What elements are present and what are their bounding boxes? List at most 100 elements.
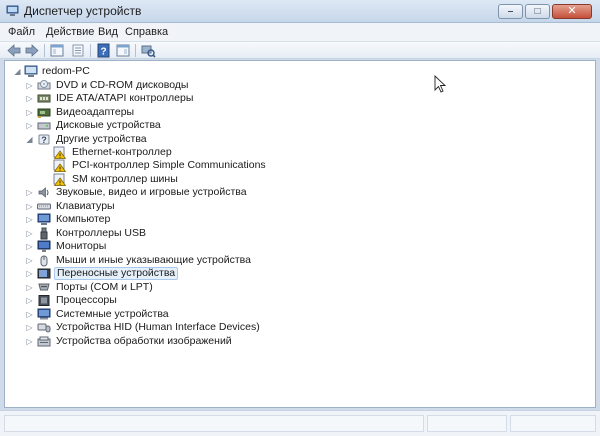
maximize-button[interactable]: □ [525, 4, 550, 19]
window-controls: – □ ✕ [496, 4, 592, 20]
collapse-arrow-icon[interactable]: ◢ [25, 133, 34, 146]
tree-child-item[interactable]: Ethernet-контроллер [53, 146, 553, 159]
tree-item[interactable]: ▷ Видеоадаптеры [25, 106, 565, 119]
computer-icon [24, 65, 38, 77]
expand-arrow-icon[interactable]: ▷ [25, 92, 34, 105]
minimize-button[interactable]: – [498, 4, 523, 19]
tree-item-expanded[interactable]: ◢ ? Другие устройства [25, 133, 565, 146]
expand-arrow-icon[interactable]: ▷ [25, 119, 34, 132]
disk-drive-icon [37, 122, 51, 130]
tree-item-selected[interactable]: ▷ Переносные устройства [25, 267, 565, 280]
scan-hardware-icon[interactable] [140, 43, 156, 58]
collapse-arrow-icon[interactable]: ◢ [13, 65, 22, 78]
expand-arrow-icon[interactable]: ▷ [25, 213, 34, 226]
menu-help[interactable]: Справка [125, 26, 168, 38]
expand-arrow-icon[interactable]: ▷ [25, 294, 34, 307]
expand-arrow-icon[interactable]: ▷ [25, 186, 34, 199]
unknown-device-warning-icon [53, 173, 67, 186]
hid-device-icon [37, 323, 51, 333]
unknown-device-warning-icon [53, 159, 67, 172]
show-hide-console-tree-icon[interactable] [49, 43, 65, 58]
imaging-device-icon [37, 336, 51, 347]
expand-arrow-icon[interactable]: ▷ [25, 267, 34, 280]
toolbar-separator [135, 44, 136, 57]
expand-arrow-icon[interactable]: ▷ [25, 79, 34, 92]
tree-item-label: Видеоадаптеры [56, 106, 135, 118]
toolbar: ? [0, 42, 600, 59]
usb-controller-icon [40, 227, 48, 240]
expand-arrow-icon[interactable]: ▷ [25, 335, 34, 348]
tree-item-label: Дисковые устройства [56, 119, 161, 131]
menu-view[interactable]: Вид [98, 26, 118, 38]
toolbar-separator [90, 44, 91, 57]
tree-item[interactable]: ▷ Компьютер [25, 213, 565, 226]
tree-item-label: Процессоры [56, 294, 117, 306]
expand-arrow-icon[interactable]: ▷ [25, 227, 34, 240]
status-cell [510, 415, 596, 432]
expand-arrow-icon[interactable]: ▷ [25, 240, 34, 253]
status-cell [427, 415, 507, 432]
expand-arrow-icon[interactable]: ▷ [25, 281, 34, 294]
portable-device-icon [37, 268, 51, 279]
close-button[interactable]: ✕ [552, 4, 592, 19]
tree-child-item[interactable]: PCI-контроллер Simple Communications [53, 159, 553, 172]
maximize-icon: □ [534, 6, 541, 17]
properties-icon[interactable] [70, 43, 86, 58]
tree-item[interactable]: ▷ Процессоры [25, 294, 565, 307]
tree-child-item[interactable]: SM контроллер шины [53, 173, 553, 186]
tree-item-label: Устройства HID (Human Interface Devices) [56, 321, 260, 333]
close-icon: ✕ [567, 5, 577, 17]
mouse-cursor-icon [434, 75, 446, 93]
expand-arrow-icon[interactable]: ▷ [25, 200, 34, 213]
tree-item-label: Мыши и иные указывающие устройства [56, 254, 251, 266]
tree-item-label: Другие устройства [56, 133, 147, 145]
sound-device-icon [38, 187, 49, 198]
tree-item[interactable]: ▷ Звуковые, видео и игровые устройства [25, 186, 565, 199]
status-cell-main [4, 415, 424, 432]
tree-item[interactable]: ▷ Дисковые устройства [25, 119, 565, 132]
tree-item[interactable]: ▷ Устройства HID (Human Interface Device… [25, 321, 565, 334]
tree-item-label: Компьютер [56, 213, 111, 225]
tree-item-label: DVD и CD-ROM дисководы [56, 79, 189, 91]
device-tree-pane[interactable]: ◢ redom-PC ▷ DVD и CD-ROM дисководы ▷ ID… [4, 60, 596, 408]
monitor-icon [37, 240, 51, 252]
menu-bar: Файл Действие Вид Справка [0, 23, 600, 42]
svg-text:?: ? [41, 135, 47, 145]
tree-item[interactable]: ▷ Устройства обработки изображений [25, 335, 565, 348]
status-bar [0, 410, 600, 436]
menu-file[interactable]: Файл [8, 26, 35, 38]
tree-item-label: PCI-контроллер Simple Communications [72, 159, 266, 171]
back-icon[interactable] [6, 43, 22, 58]
tree-item[interactable]: ▷ Мыши и иные указывающие устройства [25, 254, 565, 267]
tree-root[interactable]: ◢ redom-PC [13, 65, 313, 78]
tree-item-label: Ethernet-контроллер [72, 146, 172, 158]
dvd-drive-icon [37, 80, 51, 90]
system-device-icon [37, 308, 51, 320]
mouse-icon [40, 255, 48, 267]
tree-item[interactable]: ▷ Клавиатуры [25, 200, 565, 213]
tree-item[interactable]: ▷ Контроллеры USB [25, 227, 565, 240]
tree-item[interactable]: ▷ IDE ATA/ATAPI контроллеры [25, 92, 565, 105]
action-pane-icon[interactable] [115, 43, 131, 58]
expand-arrow-icon[interactable]: ▷ [25, 321, 34, 334]
help-icon[interactable]: ? [96, 43, 112, 58]
expand-arrow-icon[interactable]: ▷ [25, 308, 34, 321]
tree-item-label: Мониторы [56, 240, 107, 252]
tree-item[interactable]: ▷ Системные устройства [25, 308, 565, 321]
menu-action[interactable]: Действие [46, 26, 94, 38]
expand-arrow-icon[interactable]: ▷ [25, 106, 34, 119]
toolbar-separator [44, 44, 45, 57]
tree-item[interactable]: ▷ Мониторы [25, 240, 565, 253]
tree-item-label: Переносные устройства [54, 267, 179, 280]
keyboard-icon [37, 203, 51, 210]
tree-item-label: IDE ATA/ATAPI контроллеры [56, 92, 194, 104]
title-bar[interactable]: Диспетчер устройств – □ ✕ [0, 0, 600, 23]
tree-item-label: Системные устройства [56, 308, 169, 320]
expand-arrow-icon[interactable]: ▷ [25, 254, 34, 267]
unknown-device-warning-icon [53, 146, 67, 159]
svg-text:?: ? [100, 47, 106, 58]
forward-icon[interactable] [24, 43, 40, 58]
tree-item[interactable]: ▷ Порты (COM и LPT) [25, 281, 565, 294]
tree-item[interactable]: ▷ DVD и CD-ROM дисководы [25, 79, 565, 92]
device-manager-window: Диспетчер устройств – □ ✕ Файл Действие … [0, 0, 600, 436]
